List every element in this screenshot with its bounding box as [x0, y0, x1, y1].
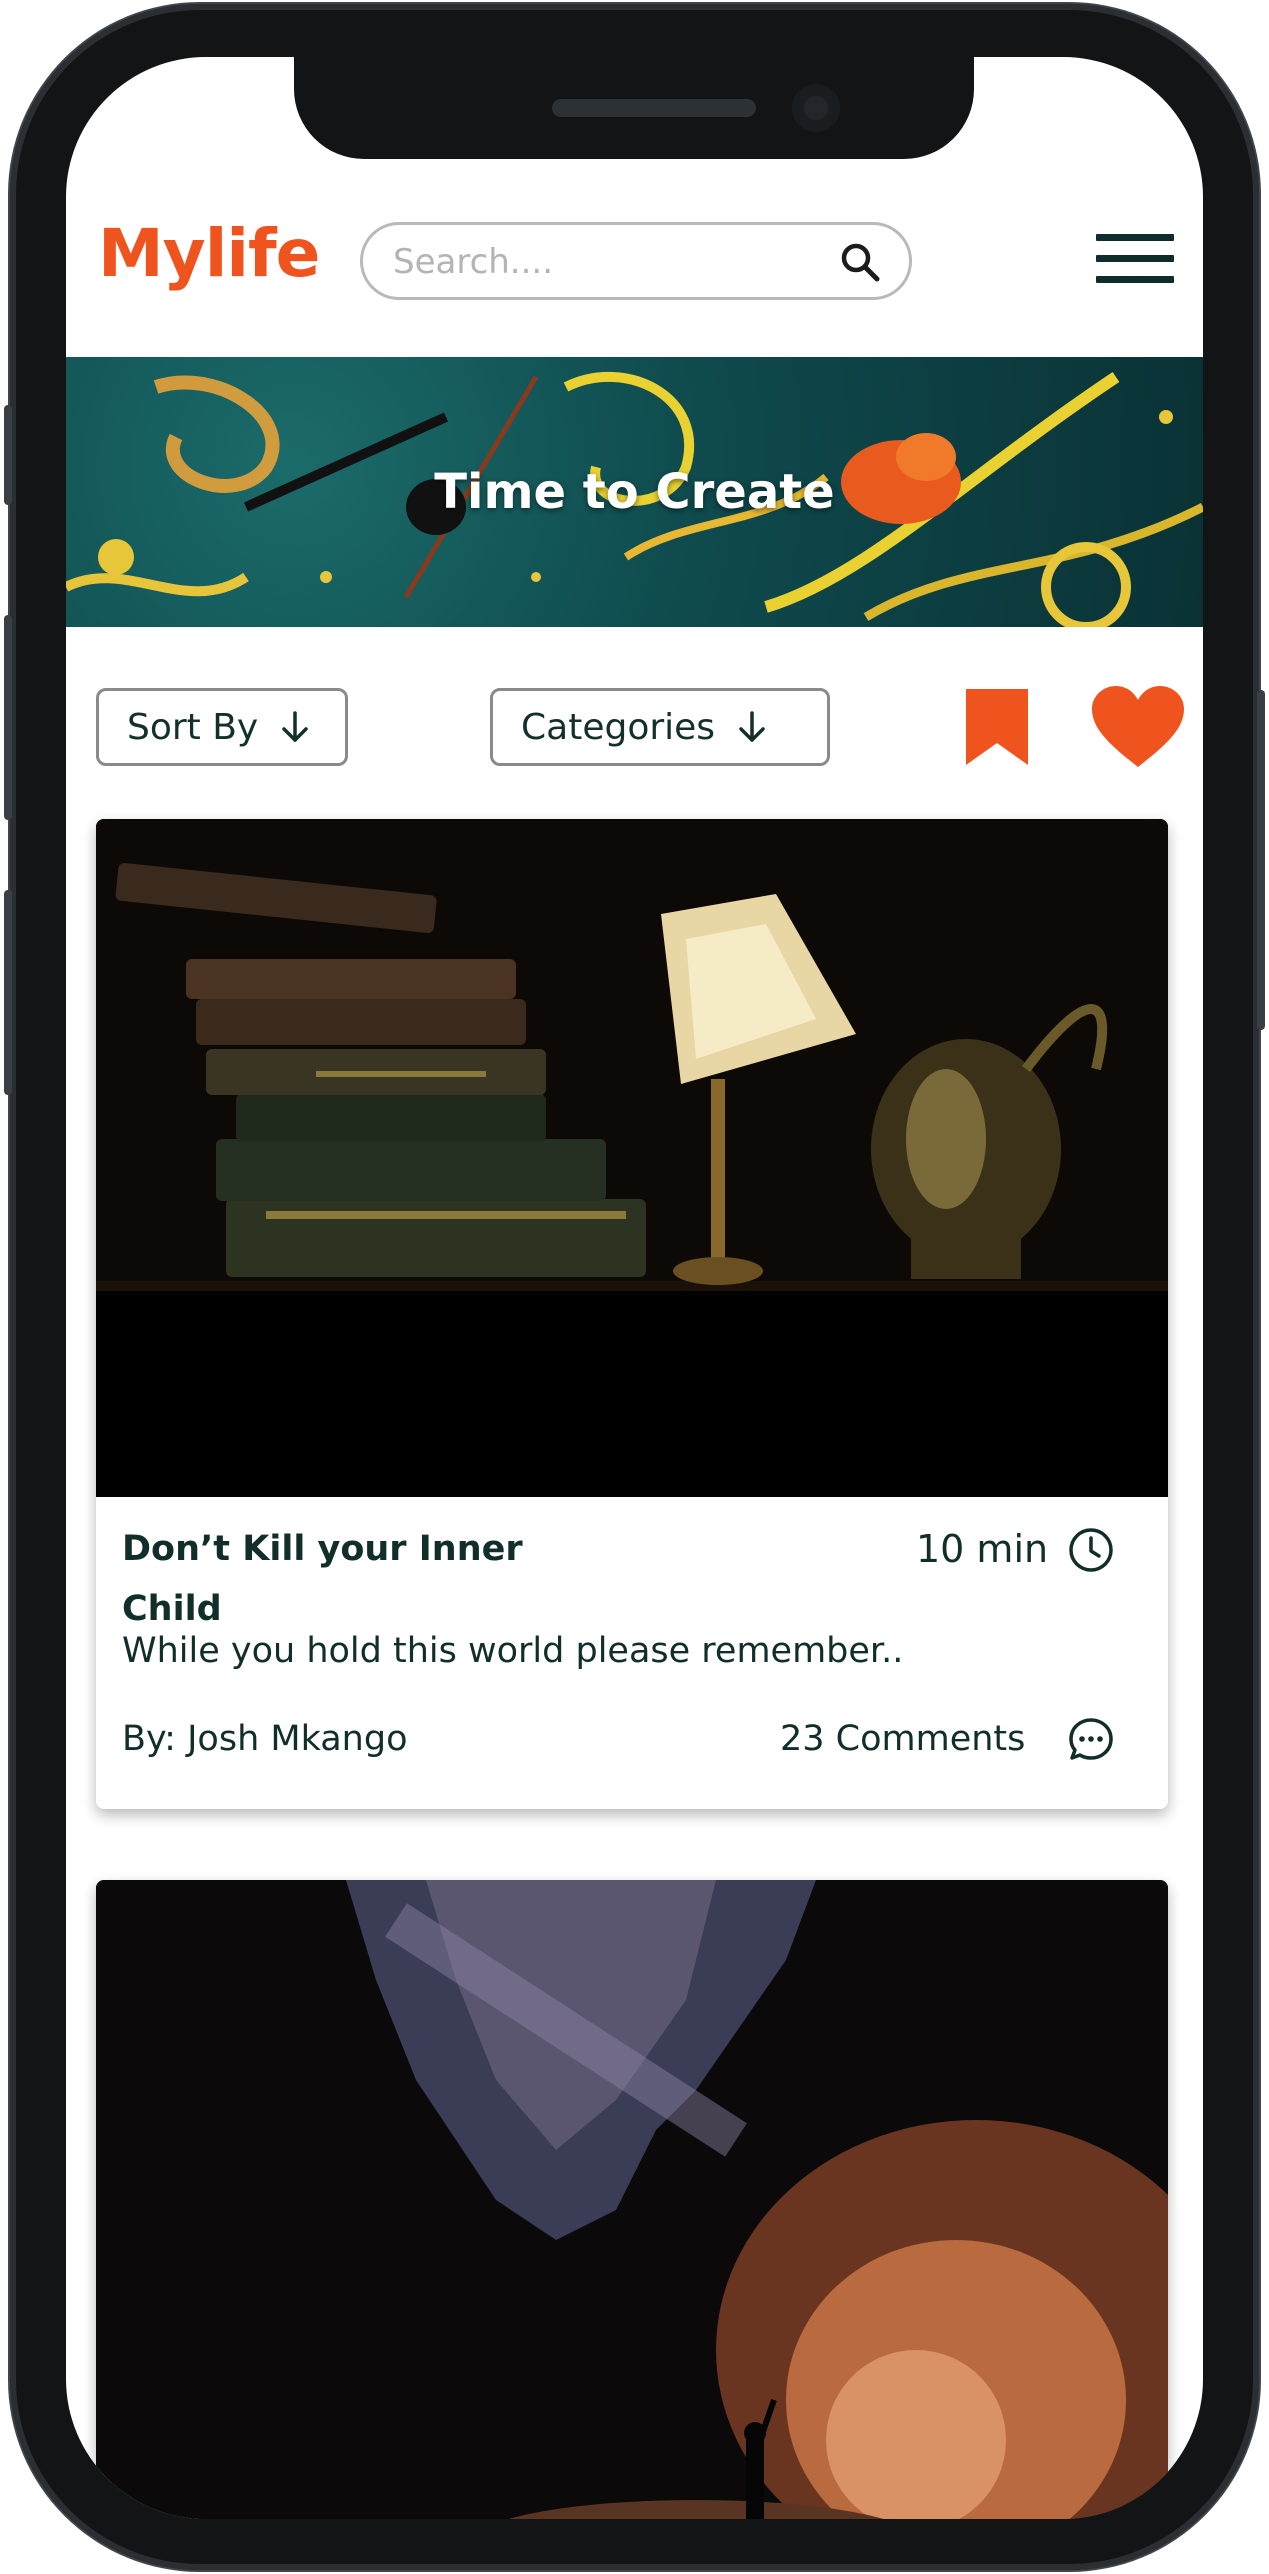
post-card[interactable]: Don’t Kill your Inner Child 10 min While…: [96, 819, 1168, 1809]
categories-label: Categories: [521, 706, 716, 748]
menu-line: [1096, 276, 1174, 283]
phone-power-button: [1257, 690, 1265, 1030]
phone-volume-down-button: [4, 890, 12, 1095]
search-icon[interactable]: [839, 241, 881, 283]
post-image[interactable]: [96, 819, 1168, 1497]
search-input[interactable]: [393, 239, 823, 285]
phone-notch: [294, 57, 974, 159]
menu-line: [1096, 255, 1174, 262]
phone-volume-up-button: [4, 615, 12, 820]
bookmark-icon[interactable]: [964, 687, 1030, 767]
read-time: 10 min: [916, 1527, 1049, 1571]
search-bar[interactable]: [360, 222, 912, 300]
post-title[interactable]: Don’t Kill your Inner Child: [122, 1519, 582, 1639]
hamburger-menu-icon[interactable]: [1096, 234, 1174, 290]
phone-side-button: [4, 405, 12, 505]
phone-screen: Mylife Ti: [66, 57, 1203, 2519]
hero-banner: Time to Create: [66, 357, 1203, 627]
post-image[interactable]: [96, 1880, 1168, 2519]
arrow-down-icon: [282, 711, 308, 742]
banner-title: Time to Create: [434, 464, 835, 520]
arrow-down-icon: [739, 711, 765, 742]
post-author[interactable]: By: Josh Mkango: [122, 1714, 408, 1764]
categories-button[interactable]: Categories: [490, 688, 830, 766]
post-excerpt: While you hold this world please remembe…: [122, 1631, 904, 1671]
comment-icon[interactable]: [1066, 1715, 1116, 1765]
clock-icon: [1069, 1528, 1113, 1572]
sort-by-label: Sort By: [127, 706, 259, 748]
speaker-grille: [552, 99, 756, 117]
post-card[interactable]: [96, 1880, 1168, 2519]
heart-icon[interactable]: [1090, 685, 1186, 769]
menu-line: [1096, 234, 1174, 241]
sort-by-button[interactable]: Sort By: [96, 688, 348, 766]
front-camera: [792, 84, 840, 132]
comments-count[interactable]: 23 Comments: [780, 1714, 1025, 1764]
app-logo[interactable]: Mylife: [98, 215, 320, 292]
